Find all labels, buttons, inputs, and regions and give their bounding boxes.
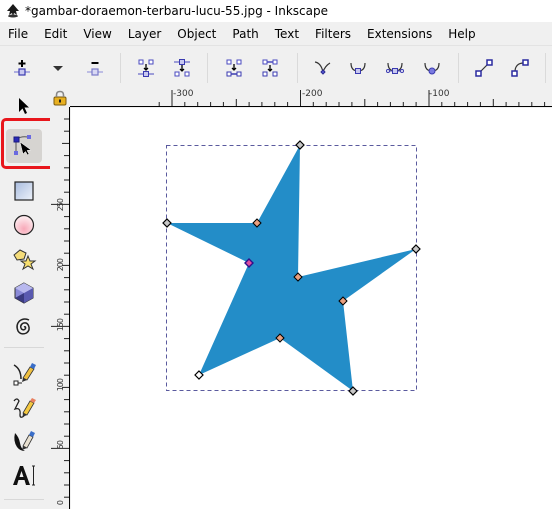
- calligraphy-icon: [14, 431, 35, 451]
- node-join-icon: [138, 59, 154, 77]
- node-type-symmetric-icon: [386, 62, 404, 74]
- title-bar: *gambar-doraemon-terbaru-lucu-55.jpg - I…: [0, 0, 552, 22]
- ruler-label: 150: [56, 319, 65, 332]
- insert-node-button[interactable]: [9, 55, 35, 81]
- join-nodes-button[interactable]: [133, 55, 159, 81]
- drawing-canvas[interactable]: [71, 108, 552, 509]
- ruler-label: -100: [429, 89, 450, 99]
- 3d-box-tool[interactable]: [6, 276, 42, 310]
- inkscape-window: *gambar-doraemon-terbaru-lucu-55.jpg - I…: [0, 0, 552, 509]
- ruler-label: 200: [56, 259, 65, 272]
- pen-tool[interactable]: [6, 357, 42, 391]
- node-smooth-button[interactable]: [345, 55, 371, 81]
- toolbox-separator: [4, 347, 44, 348]
- path-node[interactable]: [162, 218, 172, 228]
- node-delete-segment-icon: [262, 59, 278, 77]
- node-join-segment-icon: [226, 59, 242, 77]
- menu-extensions[interactable]: Extensions: [359, 23, 440, 45]
- segment-curve-icon: [511, 59, 529, 77]
- dropdown-arrow-icon: [53, 66, 63, 71]
- node-cusp-button[interactable]: [310, 55, 336, 81]
- menu-file[interactable]: File: [0, 23, 36, 45]
- ruler-label: -300: [173, 89, 194, 99]
- menu-help[interactable]: Help: [440, 23, 483, 45]
- menu-edit[interactable]: Edit: [36, 23, 75, 45]
- rectangle-tool[interactable]: [6, 174, 42, 208]
- ruler-label: 50: [56, 441, 65, 450]
- menu-text[interactable]: Text: [267, 23, 307, 45]
- star-shape[interactable]: [167, 145, 416, 391]
- ellipse-tool[interactable]: [6, 208, 42, 242]
- menu-filters[interactable]: Filters: [307, 23, 359, 45]
- path-node[interactable]: [411, 244, 421, 254]
- canvas-svg: [162, 140, 421, 396]
- spiral-tool[interactable]: [6, 310, 42, 344]
- join-segment-button[interactable]: [221, 55, 247, 81]
- menu-bar: File Edit View Layer Object Path Text Fi…: [0, 22, 552, 46]
- node-delete-icon: [87, 62, 103, 76]
- segment-line-button[interactable]: [471, 55, 497, 81]
- circle-icon: [13, 214, 35, 236]
- window-title: *gambar-doraemon-terbaru-lucu-55.jpg - I…: [25, 4, 328, 18]
- arrow-cursor-icon: [19, 98, 29, 114]
- node-type-auto-smooth-icon: [424, 62, 440, 75]
- toolbox-separator: [4, 499, 44, 500]
- toolbar-separator: [297, 53, 298, 83]
- rectangle-icon: [14, 181, 34, 201]
- cube-icon: [14, 282, 34, 304]
- node-type-cusp-icon: [314, 61, 331, 75]
- delete-node-button[interactable]: [82, 55, 108, 81]
- vertical-ruler[interactable]: 250 200 150 100 50 0: [50, 107, 70, 509]
- node-type-smooth-icon: [350, 62, 366, 74]
- toolbar-separator: [545, 53, 546, 83]
- text-tool[interactable]: [6, 459, 42, 493]
- text-icon: [13, 465, 35, 486]
- bezier-pen-icon: [13, 363, 36, 386]
- pencil-icon: [13, 398, 36, 418]
- node-auto-smooth-button[interactable]: [419, 55, 445, 81]
- menu-view[interactable]: View: [75, 23, 119, 45]
- ruler-corner: [50, 89, 71, 107]
- horizontal-ruler[interactable]: -300 -200 -100: [70, 89, 552, 107]
- insert-node-dropdown[interactable]: [45, 55, 71, 81]
- segment-curve-button[interactable]: [507, 55, 533, 81]
- spiral-icon: [16, 318, 30, 335]
- path-node[interactable]: [295, 140, 305, 150]
- menu-path[interactable]: Path: [224, 23, 266, 45]
- break-path-button[interactable]: [169, 55, 195, 81]
- pencil-tool[interactable]: [6, 391, 42, 425]
- menu-object[interactable]: Object: [169, 23, 224, 45]
- menu-layer[interactable]: Layer: [120, 23, 169, 45]
- ruler-label: -200: [302, 89, 323, 99]
- node-break-icon: [174, 59, 190, 77]
- node-symmetric-button[interactable]: [382, 55, 408, 81]
- ruler-label: 100: [56, 379, 65, 392]
- star-polygon-icon: [13, 249, 37, 271]
- delete-segment-button[interactable]: [257, 55, 283, 81]
- toolbar-separator: [120, 53, 121, 83]
- ruler-label: 0: [56, 501, 65, 506]
- calligraphy-tool[interactable]: [6, 425, 42, 459]
- toolbar-separator: [207, 53, 208, 83]
- tool-controls-bar: [0, 47, 552, 89]
- node-add-icon: [14, 60, 30, 76]
- toolbar-separator: [458, 53, 459, 83]
- segment-line-icon: [475, 59, 493, 77]
- lock-icon[interactable]: [52, 90, 68, 106]
- star-tool[interactable]: [6, 242, 42, 276]
- ruler-label: 250: [56, 199, 65, 212]
- inkscape-logo-icon: [7, 4, 19, 18]
